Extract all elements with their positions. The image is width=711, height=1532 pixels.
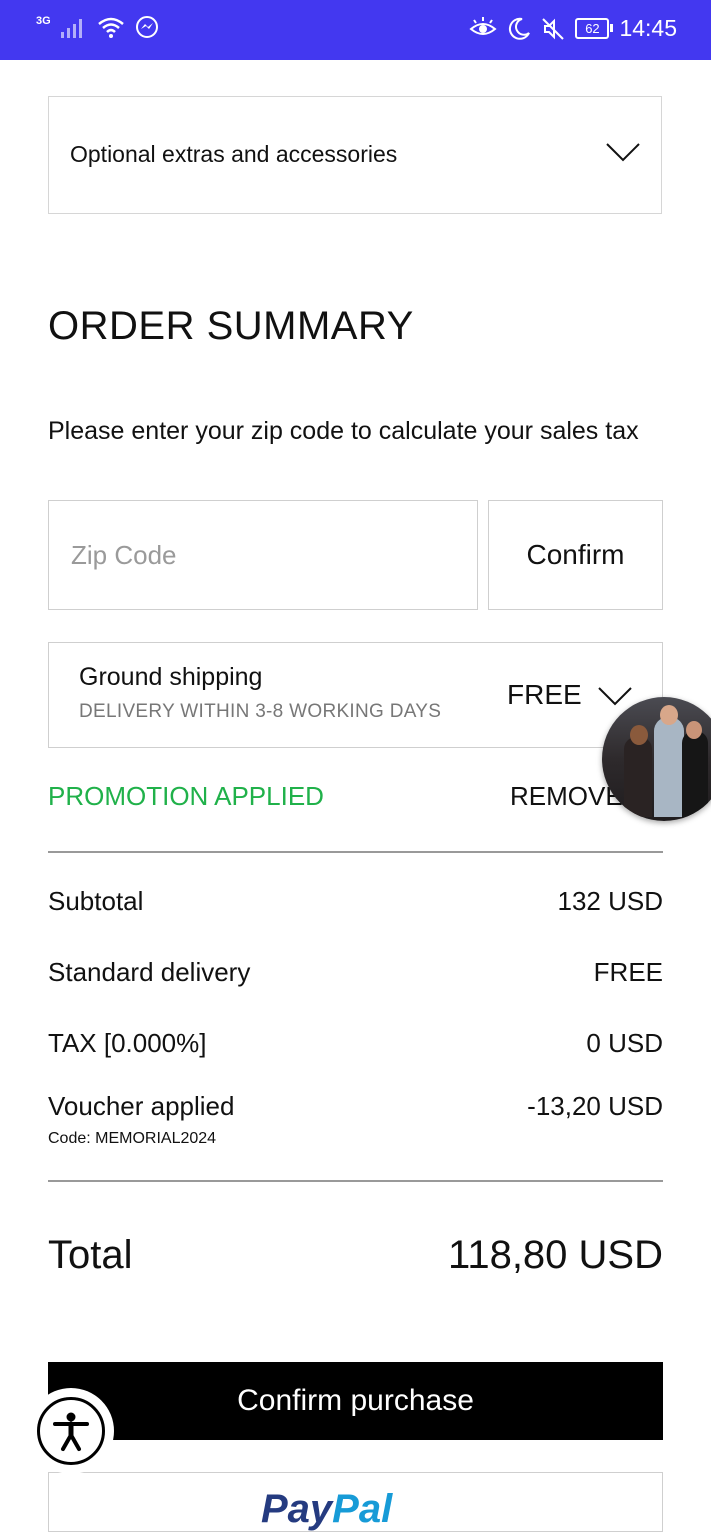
voucher-value: -13,20 USD — [527, 1091, 663, 1121]
shipping-selector[interactable]: Ground shipping DELIVERY WITHIN 3-8 WORK… — [48, 642, 663, 748]
divider — [48, 1180, 663, 1182]
paypal-button[interactable]: PayPal — [48, 1472, 663, 1532]
confirm-purchase-button[interactable]: Confirm purchase — [48, 1362, 663, 1440]
avatar-figure — [682, 731, 708, 821]
extras-accordion[interactable]: Optional extras and accessories — [48, 96, 662, 214]
tax-label: TAX [0.000%] — [48, 1028, 207, 1058]
avatar-head — [630, 725, 648, 745]
shipping-price: FREE — [507, 679, 582, 710]
total-value: 118,80 USD — [448, 1233, 663, 1277]
clock: 14:45 — [619, 15, 677, 41]
zip-prompt: Please enter your zip code to calculate … — [48, 417, 639, 445]
tax-value: 0 USD — [586, 1028, 663, 1058]
voucher-label: Voucher applied — [48, 1091, 235, 1121]
wifi-icon — [97, 17, 124, 38]
subtotal-value: 132 USD — [557, 886, 664, 916]
confirm-zip-button[interactable]: Confirm — [488, 500, 663, 610]
avatar-figure — [654, 717, 684, 817]
signal-icon — [60, 19, 82, 38]
zip-code-input[interactable] — [48, 500, 478, 610]
avatar-figure — [624, 737, 652, 817]
network-type: 3G — [36, 15, 51, 27]
avatar-head — [686, 721, 702, 739]
paypal-logo-pal: Pal — [332, 1487, 393, 1531]
accessibility-icon — [53, 1412, 89, 1451]
accessibility-button[interactable] — [30, 1390, 112, 1472]
paypal-logo-pay: Pay — [261, 1487, 333, 1531]
subtotal-label: Subtotal — [48, 886, 144, 916]
status-bar: 3G 62 14:45 — [0, 0, 711, 60]
messenger-icon — [135, 16, 158, 38]
remove-promotion-link[interactable]: REMOVE — [510, 781, 623, 812]
avatar-head — [660, 705, 678, 725]
voucher-code: Code: MEMORIAL2024 — [48, 1130, 217, 1147]
divider — [48, 851, 663, 853]
shipping-method-name: Ground shipping — [79, 663, 263, 691]
promotion-applied-label: PROMOTION APPLIED — [48, 781, 324, 811]
accessibility-ring — [37, 1397, 105, 1465]
status-bar-left: 3G — [36, 15, 159, 39]
shipping-method-subtitle: DELIVERY WITHIN 3-8 WORKING DAYS — [79, 701, 442, 722]
chevron-down-icon — [606, 143, 640, 162]
status-bar-right: 62 14:45 — [469, 15, 677, 42]
eye-comfort-icon — [469, 16, 498, 35]
chevron-down-icon — [598, 687, 632, 706]
do-not-disturb-icon — [509, 17, 531, 40]
total-label: Total — [48, 1233, 133, 1277]
paypal-logo: PayPal — [261, 1487, 393, 1531]
extras-accordion-label: Optional extras and accessories — [70, 141, 398, 167]
battery-indicator: 62 — [575, 18, 614, 39]
delivery-value: FREE — [593, 957, 663, 987]
delivery-label: Standard delivery — [48, 957, 251, 987]
page-title: ORDER SUMMARY — [48, 304, 414, 348]
muted-icon — [542, 17, 565, 40]
